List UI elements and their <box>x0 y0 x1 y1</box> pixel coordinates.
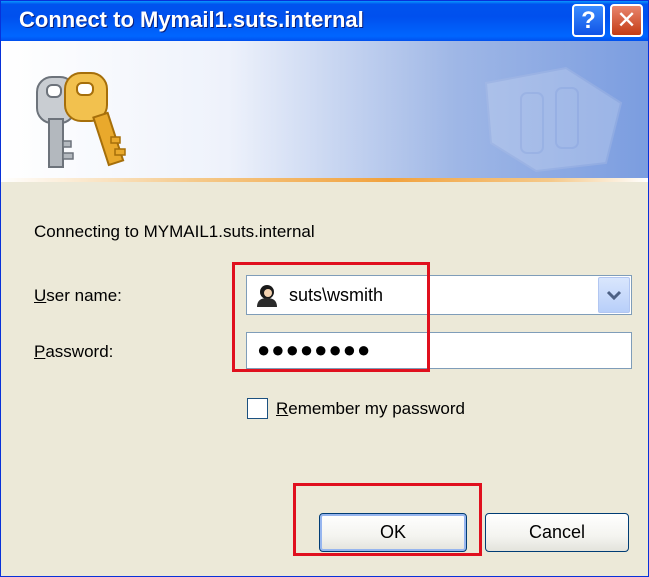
remember-password-checkbox[interactable] <box>247 398 268 419</box>
title-bar[interactable]: Connect to Mymail1.suts.internal ? ✕ <box>1 1 648 41</box>
help-button[interactable]: ? <box>572 4 605 37</box>
window-title: Connect to Mymail1.suts.internal <box>19 7 364 32</box>
close-button[interactable]: ✕ <box>610 4 643 37</box>
credentials-highlight-box <box>232 262 430 372</box>
keys-watermark-icon <box>484 66 623 173</box>
login-dialog: Connect to Mymail1.suts.internal ? ✕ Con… <box>0 0 649 577</box>
user-name-dropdown-button[interactable] <box>598 277 630 313</box>
remember-accel: R <box>276 399 289 418</box>
chevron-down-icon <box>606 290 622 301</box>
user-name-label: User name: <box>34 286 122 306</box>
banner-divider <box>1 178 648 182</box>
password-label: Password: <box>34 342 113 362</box>
close-icon: ✕ <box>616 7 637 34</box>
password-label-text: assword: <box>45 342 114 361</box>
remember-password-label[interactable]: Remember my password <box>276 399 465 419</box>
connecting-message: Connecting to MYMAIL1.suts.internal <box>34 222 315 241</box>
cancel-button[interactable]: Cancel <box>485 513 629 552</box>
remember-label-text: emember my password <box>288 399 465 418</box>
user-name-accel: U <box>34 286 47 305</box>
user-name-label-text: ser name: <box>46 286 122 305</box>
ok-highlight-box <box>293 483 482 556</box>
password-accel: P <box>34 342 46 361</box>
help-icon: ? <box>581 7 596 34</box>
keys-icon <box>36 72 126 168</box>
